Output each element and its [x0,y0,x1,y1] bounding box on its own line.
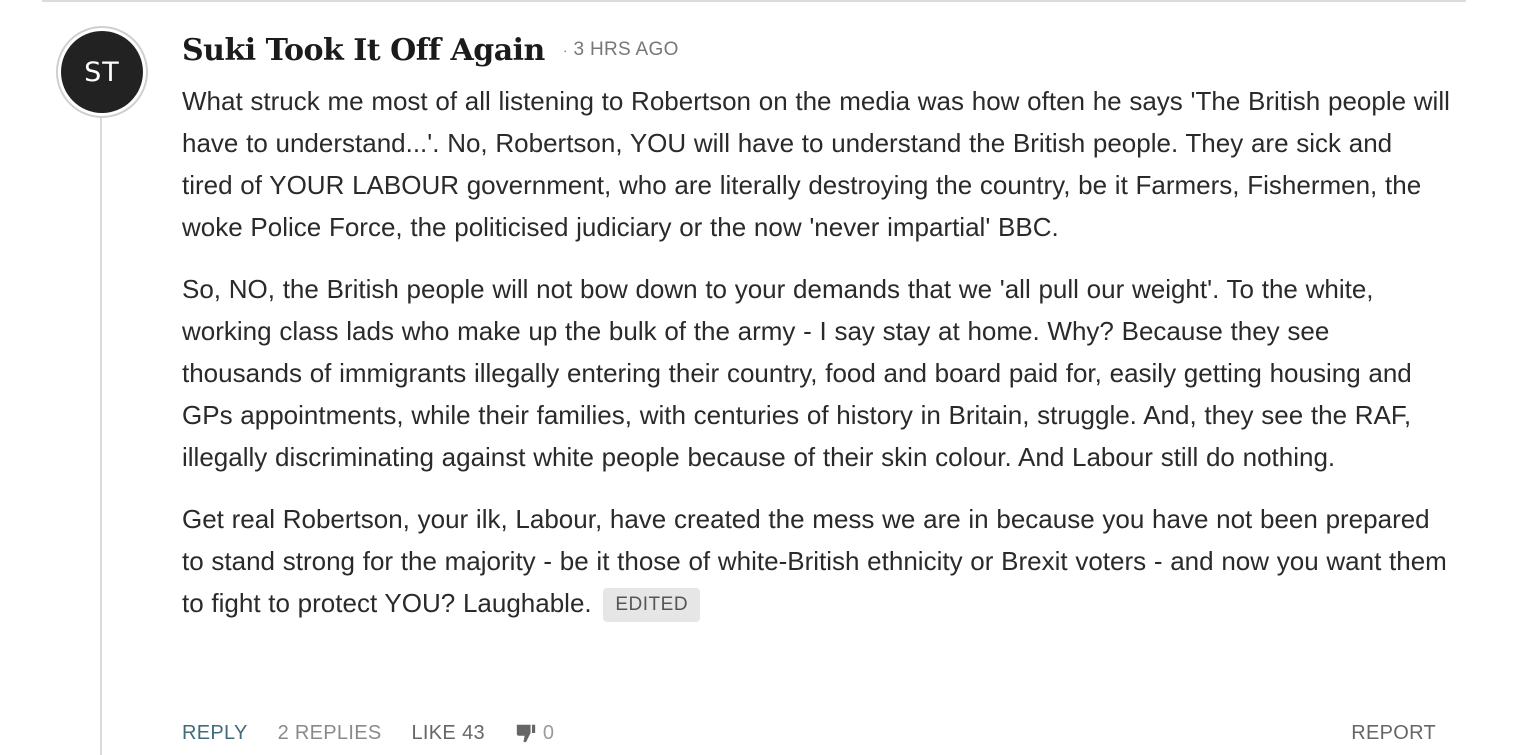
thumb-down-icon [516,724,536,743]
report-button[interactable]: REPORT [1351,722,1436,745]
avatar[interactable]: ST [61,31,143,113]
comment-paragraph-2: So, NO, the British people will not bow … [182,274,1412,472]
edited-badge: EDITED [603,588,701,622]
comment-paragraph-3-wrap: Get real Robertson, your ilk, Labour, ha… [182,498,1450,624]
replies-count: 2 [277,721,290,744]
comment: Suki Took It Off Again · 3 HRS AGO What … [182,30,1450,624]
top-divider [42,0,1466,2]
like-count: 43 [462,721,485,744]
reply-button[interactable]: REPLY [182,722,248,745]
replies-toggle[interactable]: 2 REPLIES [278,722,382,745]
comment-body: What struck me most of all listening to … [182,80,1450,624]
dislike-count: 0 [542,721,555,744]
comment-actions: REPLY 2 REPLIES LIKE 43 0 REPORT [182,718,1436,748]
replies-label: REPLIES [294,721,382,744]
like-button[interactable]: LIKE 43 [412,722,485,745]
dislike-button[interactable]: 0 [515,722,554,745]
comment-header: Suki Took It Off Again · 3 HRS AGO [182,30,1450,70]
thread-line [100,115,102,755]
like-label: LIKE [411,721,457,744]
comment-paragraph-1: What struck me most of all listening to … [182,86,1450,242]
comment-paragraph-3: Get real Robertson, your ilk, Labour, ha… [182,504,1447,618]
author-name[interactable]: Suki Took It Off Again [182,33,545,68]
timestamp: 3 HRS AGO [573,39,679,60]
separator-dot: · [562,42,568,58]
